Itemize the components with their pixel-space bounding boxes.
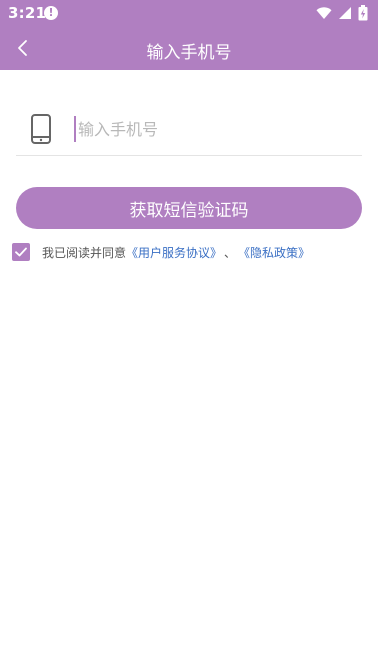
get-sms-code-button[interactable]: 获取短信验证码 bbox=[16, 187, 362, 229]
user-agreement-link[interactable]: 《用户服务协议》 bbox=[126, 244, 222, 261]
phone-icon bbox=[31, 114, 51, 144]
signal-icon bbox=[339, 7, 351, 19]
battery-charging-icon bbox=[358, 5, 368, 21]
wifi-icon bbox=[316, 7, 332, 19]
app-bar: 输入手机号 bbox=[0, 26, 378, 70]
status-time: 3:21 bbox=[8, 4, 47, 22]
status-bar: 3:21 ! bbox=[0, 0, 378, 26]
alert-icon: ! bbox=[44, 6, 58, 20]
agreement-separator: 、 bbox=[224, 245, 237, 260]
phone-field-row bbox=[16, 100, 362, 156]
agree-checkbox[interactable] bbox=[12, 243, 30, 261]
page-title: 输入手机号 bbox=[146, 43, 232, 63]
check-icon bbox=[15, 247, 27, 257]
agree-text: 我已阅读并同意 bbox=[42, 245, 127, 260]
agreement-row: 我已阅读并同意 《用户服务协议》 、 《隐私政策》 bbox=[12, 242, 310, 262]
privacy-policy-link[interactable]: 《隐私政策》 bbox=[238, 244, 310, 261]
phone-input[interactable] bbox=[74, 116, 344, 142]
status-icons bbox=[316, 5, 368, 21]
